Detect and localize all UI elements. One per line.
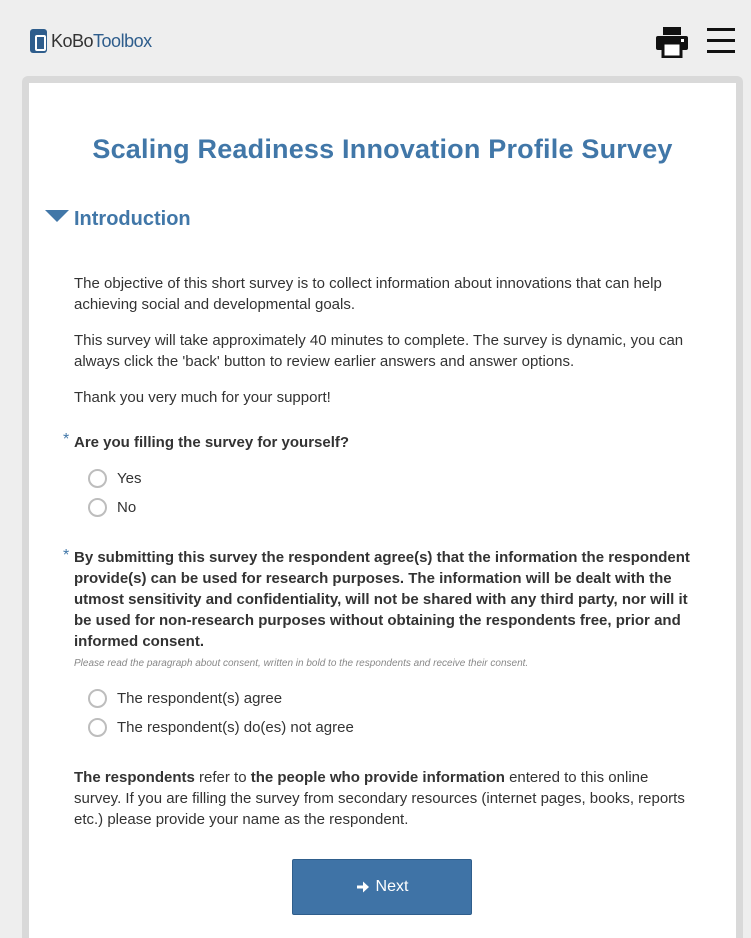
option-label: No <box>117 499 137 516</box>
question-self-filling-label: Are you filling the survey for yourself? <box>74 434 350 451</box>
next-button-label: Next <box>375 878 409 895</box>
question-consent-hint: Please read the paragraph about consent,… <box>74 658 529 669</box>
arrow-right-icon <box>356 881 369 893</box>
logo-icon <box>30 29 47 53</box>
section-label: Introduction <box>74 208 191 230</box>
intro-paragraph-1: The objective of this short survey is to… <box>74 275 662 313</box>
radio-button[interactable] <box>88 498 107 517</box>
hamburger-menu-icon <box>707 28 735 31</box>
required-marker: * <box>63 547 70 564</box>
print-button[interactable] <box>655 26 689 59</box>
caret-down-icon <box>45 209 69 222</box>
option-label: The respondent(s) do(es) not agree <box>117 719 354 736</box>
required-marker: * <box>63 431 70 448</box>
option-label: Yes <box>117 470 142 487</box>
option-agree[interactable]: The respondent(s) agree <box>88 689 282 708</box>
next-button[interactable]: Next <box>292 859 472 915</box>
kobotoolbox-logo[interactable]: KoBoToolbox <box>30 29 152 53</box>
option-yes[interactable]: Yes <box>88 469 141 488</box>
intro-paragraph-3: Thank you very much for your support! <box>74 389 331 406</box>
radio-button[interactable] <box>88 469 107 488</box>
hamburger-menu-button[interactable] <box>707 28 735 54</box>
radio-button[interactable] <box>88 689 107 708</box>
question-consent-label: By submitting this survey the respondent… <box>74 549 690 650</box>
logo-text: KoBoToolbox <box>51 30 152 51</box>
intro-paragraph-2: This survey will take approximately 40 m… <box>74 332 684 370</box>
section-introduction-toggle[interactable]: Introduction <box>45 208 191 231</box>
option-no[interactable]: No <box>88 498 136 517</box>
option-not-agree[interactable]: The respondent(s) do(es) not agree <box>88 718 354 737</box>
respondent-note: The respondents refer to the people who … <box>74 769 685 828</box>
top-bar: KoBoToolbox <box>0 0 751 76</box>
survey-title: Scaling Readiness Innovation Profile Sur… <box>92 134 673 164</box>
radio-button[interactable] <box>88 718 107 737</box>
printer-icon <box>656 27 688 59</box>
option-label: The respondent(s) agree <box>117 690 283 707</box>
